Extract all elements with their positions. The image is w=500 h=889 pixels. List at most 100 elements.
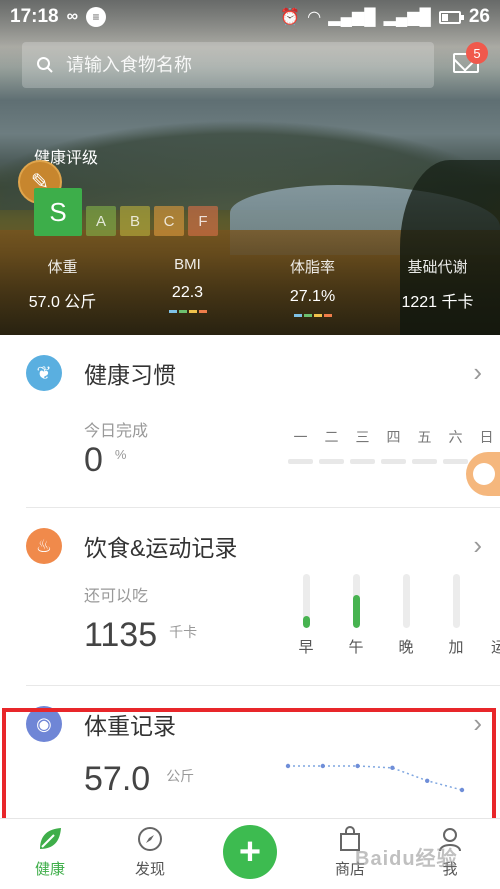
nav-label: 健康 — [34, 861, 65, 878]
signal-4g-icon: ▂▄▆█ — [328, 9, 376, 26]
meal-bar[interactable]: 晚 — [388, 574, 424, 657]
habits-done-unit: % — [114, 447, 127, 462]
metric-bmr[interactable]: 基础代谢 1221 千卡 — [375, 256, 500, 317]
metric-body-fat[interactable]: 体脂率 27.1% — [250, 256, 375, 317]
habits-done: 0 % — [84, 441, 126, 480]
plus-icon: + — [223, 825, 277, 879]
body-metrics[interactable]: 体重 57.0 公斤 BMI 22.3 体脂率 27.1% 基础代谢 1221 … — [0, 256, 500, 317]
habits-title: 健康习惯 — [84, 362, 176, 388]
compass-icon — [135, 824, 165, 854]
weight-trend-point — [355, 763, 360, 769]
weekday: 六 — [443, 427, 468, 464]
grade-a: A — [86, 206, 116, 236]
metric-label: 基础代谢 — [407, 259, 468, 276]
metric-label: 体重 — [47, 259, 78, 276]
metric-weight[interactable]: 体重 57.0 公斤 — [0, 256, 125, 317]
status-bar: 17:18 ∞ ≡ ⏰ ◠ ▂▄▆█ ▂▄▆█ 26 — [0, 0, 500, 34]
sprout-icon: ❦ — [26, 355, 62, 391]
battery-level: 26 — [468, 6, 490, 27]
metric-value: 1221 千卡 — [401, 294, 474, 311]
nav-label: 发现 — [134, 861, 165, 878]
chat-icon: ≡ — [86, 7, 107, 27]
meal-track — [452, 574, 460, 628]
remaining-unit: 千卡 — [169, 624, 198, 640]
meal-label: 午 — [348, 639, 364, 656]
status-time: 17:18 — [10, 6, 59, 27]
meal-track — [352, 574, 360, 628]
meal-label: 运动 — [490, 639, 500, 656]
metric-label: 体脂率 — [289, 259, 335, 276]
weight-trend-point — [459, 787, 465, 793]
watermark: Baidu经验 — [355, 848, 458, 870]
nav-discover[interactable]: 发现 — [100, 819, 200, 889]
meal-bars[interactable]: 早 午 晚 加 运动 — [288, 574, 500, 657]
meal-track — [402, 574, 410, 628]
diet-card[interactable]: ♨ 饮食&运动记录 › 还可以吃 1135 千卡 早 午 晚 加 运动 — [0, 508, 500, 686]
habits-done-value: 0 — [84, 441, 103, 479]
grade-f: F — [188, 206, 218, 236]
weekday: 四 — [381, 427, 406, 464]
habits-card[interactable]: ❦ 健康习惯 › 今日完成 0 % 一 二 三 四 五 六 日 — [0, 335, 500, 508]
search-icon — [37, 57, 53, 73]
meal-bar[interactable]: 午 — [338, 574, 374, 657]
wifi-icon: ◠ — [307, 9, 321, 26]
habits-header: ❦ 健康习惯 — [26, 355, 176, 391]
hero-banner: 17:18 ∞ ≡ ⏰ ◠ ▂▄▆█ ▂▄▆█ 26 5 健康评级 ✎ S A … — [0, 0, 500, 335]
meal-label: 早 — [298, 639, 314, 656]
grade-s: S — [34, 188, 82, 236]
weekday-row: 一 二 三 四 五 六 日 — [288, 427, 499, 464]
alarm-icon: ⏰ — [280, 9, 300, 26]
weight-trend-point — [320, 763, 325, 769]
signal-icon: ▂▄▆█ — [383, 9, 431, 26]
weekday: 一 — [288, 427, 313, 464]
habits-done-label: 今日完成 — [84, 423, 149, 440]
metric-bmi[interactable]: BMI 22.3 — [125, 256, 250, 317]
metric-value: 22.3 — [171, 284, 204, 301]
grade-b: B — [120, 206, 150, 236]
weight-current: 57.0 公斤 — [84, 760, 194, 799]
remaining: 1135 千卡 — [84, 616, 197, 655]
meal-fill — [302, 616, 310, 628]
grade-scale[interactable]: S A B C F — [34, 188, 218, 236]
mail-badge: 5 — [466, 42, 488, 64]
body-fat-scale-bar — [293, 314, 332, 317]
metric-value: 57.0 公斤 — [28, 294, 97, 311]
chevron-right-icon[interactable]: › — [473, 708, 482, 739]
bmi-scale-bar — [168, 310, 207, 313]
meal-track — [302, 574, 310, 628]
weight-unit: 公斤 — [166, 768, 195, 784]
remaining-value: 1135 — [84, 616, 158, 654]
scale-icon: ◉ — [26, 706, 62, 742]
weight-card[interactable]: ◉ 体重记录 › 57.0 公斤 — [0, 686, 500, 818]
weight-trend-point — [425, 778, 430, 783]
chevron-right-icon[interactable]: › — [473, 530, 482, 561]
diet-title: 饮食&运动记录 — [84, 535, 238, 561]
metric-label: BMI — [174, 256, 201, 273]
meal-bar[interactable]: 运动 — [488, 574, 500, 657]
meal-bar[interactable]: 早 — [288, 574, 324, 657]
weight-title: 体重记录 — [84, 713, 176, 739]
weight-trend-point — [390, 765, 395, 771]
nav-health[interactable]: 健康 — [0, 819, 100, 889]
meal-bar[interactable]: 加 — [438, 574, 474, 657]
infinity-icon: ∞ — [66, 8, 79, 25]
nav-add[interactable]: + — [200, 819, 300, 889]
metric-value: 27.1% — [289, 288, 336, 305]
weekday: 二 — [319, 427, 344, 464]
grade-c: C — [154, 206, 184, 236]
weight-value: 57.0 — [84, 760, 151, 798]
chevron-right-icon[interactable]: › — [473, 357, 482, 388]
leaf-icon — [35, 824, 65, 854]
weight-trend-line — [288, 765, 463, 791]
flame-icon: ♨ — [26, 528, 62, 564]
diet-header: ♨ 饮食&运动记录 — [26, 528, 237, 564]
search-bar[interactable] — [22, 42, 434, 88]
weight-trend-point — [285, 763, 291, 769]
battery-icon — [438, 10, 464, 24]
search-input[interactable] — [66, 54, 396, 76]
weekday: 五 — [412, 427, 437, 464]
remaining-label: 还可以吃 — [84, 588, 149, 605]
meal-label: 晚 — [398, 639, 414, 656]
meal-fill — [352, 594, 360, 628]
weight-header: ◉ 体重记录 — [26, 706, 176, 742]
